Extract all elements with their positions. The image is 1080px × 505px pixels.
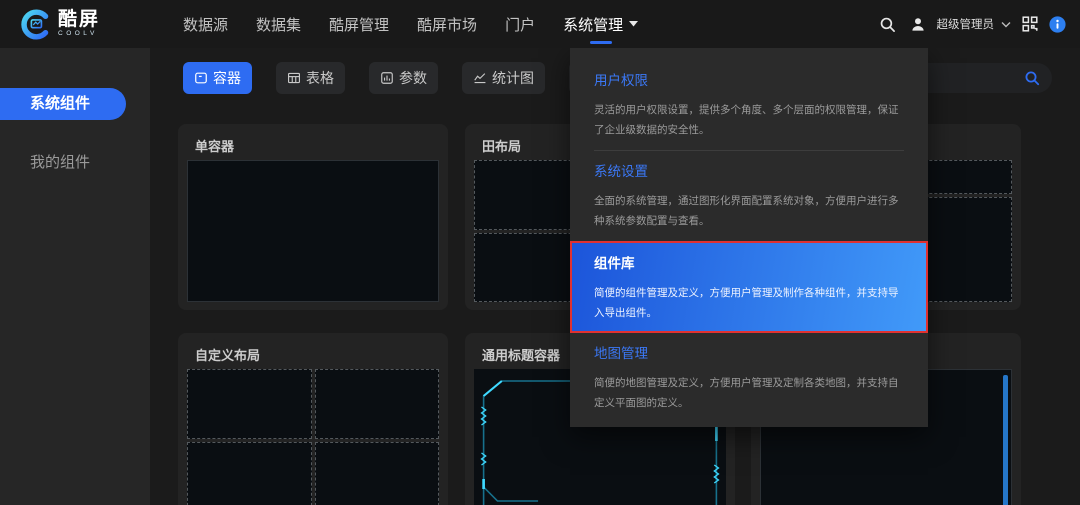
tab-container-label: 容器: [213, 68, 241, 88]
sidebar: 系统组件 我的组件: [0, 48, 150, 505]
brand-subtitle: COOLV: [58, 31, 100, 38]
table-icon: [287, 71, 301, 85]
nav-item-coolscreen-management[interactable]: 酷屏管理: [329, 0, 389, 48]
top-navigation: 数据源 数据集 酷屏管理 酷屏市场 门户 系统管理: [183, 0, 638, 48]
menu-item-title[interactable]: 系统设置: [594, 163, 904, 181]
menu-item-title[interactable]: 用户权限: [594, 72, 904, 90]
nav-item-dataset[interactable]: 数据集: [256, 0, 301, 48]
card-title: 单容器: [187, 132, 439, 160]
tab-chart[interactable]: 统计图: [462, 62, 545, 94]
search-icon[interactable]: [879, 16, 896, 33]
nav-item-data-source[interactable]: 数据源: [183, 0, 228, 48]
component-card-custom-layout[interactable]: 自定义布局: [178, 333, 448, 505]
menu-item-title[interactable]: 地图管理: [594, 345, 904, 363]
nav-active-underline: [590, 41, 612, 44]
menu-item-map-management[interactable]: 地图管理 简便的地图管理及定义，方便用户管理及定制各类地图，并支持自定义平面图的…: [570, 333, 928, 413]
tab-table-label: 表格: [306, 68, 334, 88]
menu-item-description: 灵活的用户权限设置，提供多个角度、多个层面的权限管理，保证了企业级数据的安全性。: [594, 100, 904, 140]
tab-table[interactable]: 表格: [276, 62, 345, 94]
brand-name: 酷屏: [58, 10, 100, 29]
search-submit-icon[interactable]: [1024, 70, 1040, 86]
menu-item-system-settings[interactable]: 系统设置 全面的系统管理，通过图形化界面配置系统对象，方便用户进行多种系统参数配…: [570, 151, 928, 231]
coolv-app: 酷屏 COOLV 数据源 数据集 酷屏管理 酷屏市场 门户 系统管理: [0, 0, 1080, 505]
component-card-single-container[interactable]: 单容器: [178, 124, 448, 310]
menu-item-title[interactable]: 组件库: [594, 255, 904, 273]
card-title: 自定义布局: [187, 341, 439, 369]
menu-item-description: 全面的系统管理，通过图形化界面配置系统对象，方便用户进行多种系统参数配置与查看。: [594, 191, 904, 231]
tab-chart-label: 统计图: [492, 68, 534, 88]
username: 超级管理员: [937, 16, 995, 32]
chart-icon: [473, 71, 487, 85]
qr-code-icon[interactable]: [1022, 16, 1038, 32]
caret-down-icon: [629, 21, 638, 27]
blue-accent-bar: [1003, 375, 1008, 505]
menu-item-user-permissions[interactable]: 用户权限 灵活的用户权限设置，提供多个角度、多个层面的权限管理，保证了企业级数据…: [570, 48, 928, 140]
tab-container[interactable]: 容器: [183, 62, 252, 94]
sidebar-item-my-components[interactable]: 我的组件: [0, 147, 150, 179]
container-icon: [194, 71, 208, 85]
tab-parameter-label: 参数: [399, 68, 427, 88]
sidebar-item-system-components[interactable]: 系统组件: [0, 88, 126, 120]
top-bar: 酷屏 COOLV 数据源 数据集 酷屏管理 酷屏市场 门户 系统管理: [0, 0, 1080, 48]
app-logo[interactable]: 酷屏 COOLV: [0, 0, 150, 48]
card-preview: [187, 160, 439, 302]
nav-item-coolscreen-market[interactable]: 酷屏市场: [417, 0, 477, 48]
parameter-icon: [380, 71, 394, 85]
chevron-down-icon[interactable]: [1001, 21, 1011, 28]
card-preview: [187, 369, 439, 505]
menu-item-component-library[interactable]: 组件库 简便的组件管理及定义，方便用户管理及制作各种组件，并支持导入导出组件。: [570, 241, 928, 333]
tab-parameter[interactable]: 参数: [369, 62, 438, 94]
nav-item-system-admin-label: 系统管理: [563, 14, 623, 35]
logo-icon: [20, 9, 51, 40]
nav-item-portal[interactable]: 门户: [505, 0, 535, 48]
menu-item-description: 简便的地图管理及定义，方便用户管理及定制各类地图，并支持自定义平面图的定义。: [594, 373, 904, 413]
nav-item-system-admin[interactable]: 系统管理: [563, 0, 638, 48]
user-icon[interactable]: [910, 16, 926, 32]
info-icon[interactable]: [1049, 16, 1066, 33]
menu-item-description: 简便的组件管理及定义，方便用户管理及制作各种组件，并支持导入导出组件。: [594, 283, 904, 323]
topbar-right-tools: 超级管理员: [879, 0, 1067, 48]
system-admin-dropdown-menu: 用户权限 灵活的用户权限设置，提供多个角度、多个层面的权限管理，保证了企业级数据…: [570, 48, 928, 427]
